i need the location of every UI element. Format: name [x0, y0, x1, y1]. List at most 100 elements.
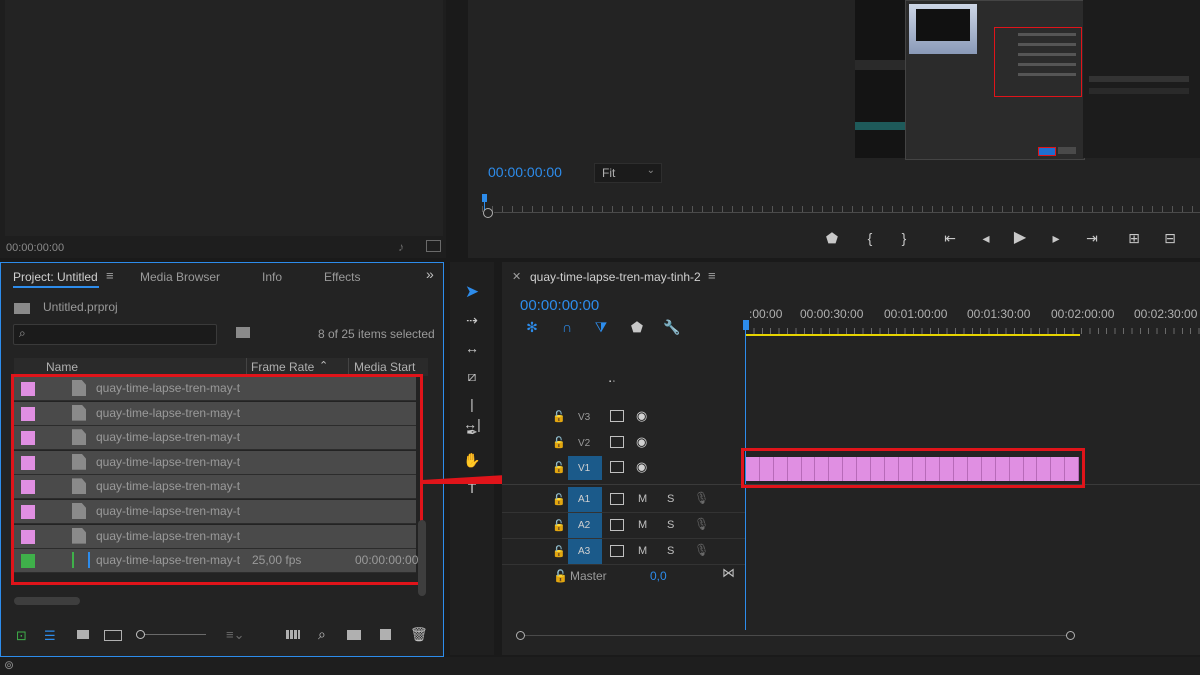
ripple-edit-tool-icon[interactable]: ↔ [462, 338, 482, 358]
find-bin-icon[interactable] [236, 327, 250, 338]
track-lock-icon[interactable]: 🔓 [552, 545, 566, 558]
scroll-right-handle[interactable] [1066, 631, 1075, 640]
automate-to-sequence-icon[interactable] [286, 630, 300, 639]
zoom-select[interactable]: Fit ⌄ [594, 163, 662, 183]
master-lock-icon[interactable]: 🔓 [553, 569, 568, 583]
track-lock-icon[interactable]: 🔓 [552, 493, 566, 506]
eye-icon[interactable]: ◉ [636, 459, 647, 475]
eye-icon[interactable]: ◉ [636, 434, 647, 450]
selection-tool-icon[interactable]: ➤ [462, 282, 482, 302]
mute-button[interactable]: M [638, 545, 647, 557]
audio-track-header[interactable]: 🔓 A2 M S 🎙 [502, 513, 742, 539]
eye-icon[interactable]: ◉ [636, 408, 647, 424]
toggle-sync-lock-icon[interactable] [610, 545, 624, 557]
track-select-tool-icon[interactable]: ⇢ [462, 310, 482, 330]
tab-effects[interactable]: Effects [324, 270, 360, 284]
track-lock-icon[interactable]: 🔓 [552, 436, 566, 449]
timeline-timecode[interactable]: 00:00:00:00 [520, 297, 599, 314]
solo-button[interactable]: S [667, 493, 674, 505]
scrub-zoom-handle[interactable] [483, 208, 493, 218]
video-track-header[interactable]: 🔓 V2 ◉ [502, 432, 742, 456]
playhead-marker[interactable] [482, 194, 487, 202]
step-back-icon[interactable]: ◂ [976, 228, 996, 248]
sequence-tab[interactable]: quay-time-lapse-tren-may-tinh-2 [530, 270, 701, 284]
extract-icon[interactable]: ⊟ [1160, 228, 1180, 248]
sort-icons-icon[interactable]: ≡⌄ [226, 627, 244, 643]
nest-icon[interactable]: ✻ [522, 317, 542, 337]
wrench-icon[interactable]: 🔧 [662, 317, 682, 337]
timeline-playhead[interactable] [743, 320, 749, 330]
scroll-left-handle[interactable] [516, 631, 525, 640]
track-name: V2 [578, 437, 591, 449]
find-icon[interactable]: ⌕ [318, 626, 326, 643]
audio-track-header[interactable]: 🔓 A3 M S 🎙 [502, 539, 742, 565]
source-monitor-viewer[interactable] [5, 0, 443, 236]
track-lock-icon[interactable]: 🔓 [552, 410, 566, 423]
program-scrub-bar[interactable] [482, 192, 1200, 222]
tab-media-browser[interactable]: Media Browser [140, 270, 220, 284]
panel-menu-icon[interactable]: ≡ [106, 268, 114, 283]
slip-tool-icon[interactable]: |↔| [462, 394, 482, 432]
go-to-in-icon[interactable]: ⇤ [940, 228, 960, 248]
linked-selection-icon[interactable]: ⧩ [591, 317, 611, 337]
column-frame-rate[interactable]: Frame Rate [251, 360, 314, 374]
pen-tool-icon[interactable]: ✒ [462, 422, 482, 442]
creative-cloud-icon[interactable]: ⊚ [4, 658, 14, 672]
tab-project[interactable]: Project: Untitled [13, 270, 98, 284]
video-track-header[interactable]: 🔓 V3 ◉ [502, 406, 742, 430]
close-icon[interactable]: ✕ [512, 270, 521, 283]
add-marker-timeline-icon[interactable]: ⬟ [627, 317, 647, 337]
master-value[interactable]: 0,0 [650, 569, 667, 583]
trash-icon[interactable]: 🗑 [410, 626, 428, 643]
microphone-icon[interactable]: 🎙 [694, 517, 709, 531]
audio-track-header[interactable]: 🔓 A1 M S 🎙 [502, 487, 742, 513]
zoom-slider[interactable] [136, 630, 206, 639]
toggle-sync-lock-icon[interactable] [610, 519, 624, 531]
mute-button[interactable]: M [638, 519, 647, 531]
mark-in-icon[interactable]: { [860, 228, 880, 248]
project-vertical-scrollbar[interactable] [418, 520, 426, 596]
timeline-horizontal-scrollbar[interactable] [516, 631, 1075, 640]
tab-info[interactable]: Info [262, 270, 282, 284]
go-to-out-icon[interactable]: ⇥ [1082, 228, 1102, 248]
sort-ascending-icon[interactable]: ⌃ [319, 359, 328, 372]
program-timecode[interactable]: 00:00:00:00 [488, 164, 562, 180]
lift-icon[interactable]: ⊞ [1124, 228, 1144, 248]
panel-overflow-icon[interactable]: » [426, 266, 434, 282]
program-video-frame[interactable] [855, 0, 1200, 160]
new-bin-icon[interactable] [347, 630, 361, 640]
audio-drag-icon[interactable]: ♪ [398, 240, 404, 254]
timeline-menu-icon[interactable]: ≡ [708, 268, 716, 283]
toggle-sync-lock-icon[interactable] [610, 461, 624, 473]
go-to-end-icon[interactable]: ⋈ [722, 565, 735, 581]
razor-tool-icon[interactable]: ⧄ [462, 366, 482, 386]
microphone-icon[interactable]: 🎙 [694, 543, 709, 557]
column-name[interactable]: Name [46, 360, 78, 374]
search-input[interactable]: ⌕ [13, 324, 217, 345]
solo-button[interactable]: S [667, 545, 674, 557]
lock-icon[interactable]: ⊡ [16, 628, 27, 644]
column-media-start[interactable]: Media Start [354, 360, 415, 374]
toggle-sync-lock-icon[interactable] [610, 410, 624, 422]
work-area-bar[interactable] [746, 334, 1080, 336]
export-frame-icon[interactable] [426, 240, 441, 252]
list-view-icon[interactable]: ☰ [44, 628, 56, 644]
track-lock-icon[interactable]: 🔓 [552, 519, 566, 532]
video-track-header[interactable]: 🔓 V1 ◉ [502, 456, 742, 481]
icon-view-icon[interactable] [77, 630, 89, 639]
mute-button[interactable]: M [638, 493, 647, 505]
toggle-sync-lock-icon[interactable] [610, 435, 624, 448]
track-lock-icon[interactable]: 🔓 [552, 461, 566, 474]
zoom-slider-handle[interactable] [136, 630, 145, 639]
project-horizontal-scrollbar[interactable] [14, 597, 80, 605]
add-marker-icon[interactable]: ⬟ [822, 228, 842, 248]
play-icon[interactable]: ▶ [1010, 228, 1030, 248]
mark-out-icon[interactable]: } [894, 228, 914, 248]
step-forward-icon[interactable]: ▸ [1046, 228, 1066, 248]
solo-button[interactable]: S [667, 519, 674, 531]
snap-icon[interactable]: ∩ [557, 317, 577, 337]
new-item-icon[interactable] [380, 629, 391, 640]
toggle-sync-lock-icon[interactable] [610, 493, 624, 505]
microphone-icon[interactable]: 🎙 [694, 491, 709, 505]
freeform-view-icon[interactable] [104, 630, 122, 641]
